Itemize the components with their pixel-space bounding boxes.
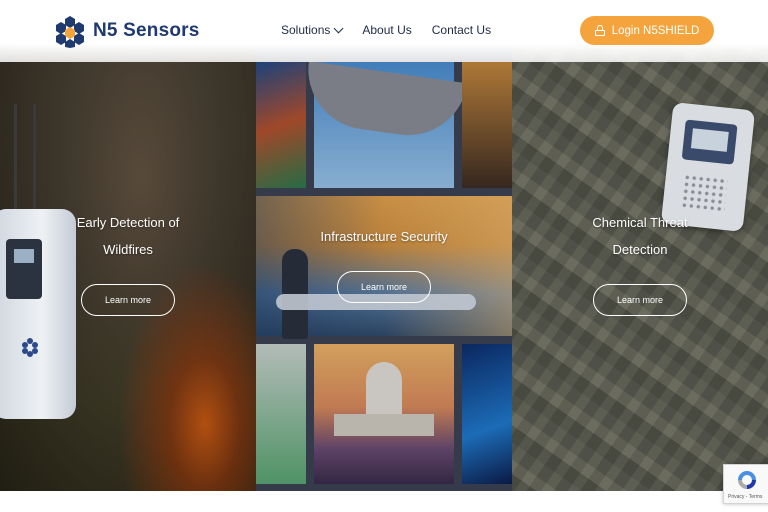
nav-solutions[interactable]: Solutions	[281, 23, 344, 37]
recaptcha-icon	[738, 471, 756, 489]
panel-title-chemical: Chemical Threat Detection	[512, 209, 768, 263]
nav-contact-us[interactable]: Contact Us	[432, 23, 491, 37]
nav-solutions-label: Solutions	[281, 23, 331, 37]
sensor-mount-image	[14, 104, 36, 214]
learn-more-infrastructure-button[interactable]: Learn more	[337, 271, 431, 303]
learn-more-chemical-button[interactable]: Learn more	[593, 284, 687, 316]
sensor-logo-icon	[22, 338, 38, 357]
main-nav: Solutions About Us Contact Us	[281, 23, 491, 37]
panel-title-wildfires: Early Detection of Wildfires	[0, 209, 256, 263]
nav-about-us-label: About Us	[362, 23, 412, 37]
panel-title-infrastructure: Infrastructure Security	[320, 229, 448, 244]
brand-name: N5 Sensors	[93, 20, 200, 41]
recaptcha-footer-links[interactable]: Privacy - Terms	[728, 494, 762, 500]
panel-title-text: Chemical Threat Detection	[592, 215, 688, 257]
solutions-panels: Early Detection of Wildfires Learn more …	[0, 44, 768, 491]
hexagon-logo-icon	[56, 16, 84, 48]
login-n5shield-button[interactable]: Login N5SHIELD	[580, 16, 714, 45]
lock-icon	[594, 25, 605, 36]
login-button-label: Login N5SHIELD	[611, 24, 700, 37]
chevron-down-icon	[333, 23, 344, 33]
site-header: N5 Sensors Solutions About Us Contact Us…	[0, 0, 768, 62]
panel-title-text: Early Detection of Wildfires	[76, 215, 180, 257]
panel-chemical: Chemical Threat Detection Learn more	[512, 44, 768, 491]
nav-about-us[interactable]: About Us	[362, 23, 411, 37]
brand-logo[interactable]: N5 Sensors	[53, 14, 200, 48]
learn-more-wildfires-button[interactable]: Learn more	[81, 284, 175, 316]
panel-infrastructure: Infrastructure Security Learn more	[256, 44, 512, 491]
panel-wildfires: Early Detection of Wildfires Learn more	[0, 44, 256, 491]
recaptcha-badge[interactable]: Privacy - Terms	[723, 464, 768, 504]
nav-contact-us-label: Contact Us	[431, 23, 492, 37]
image-overlay	[256, 44, 512, 491]
